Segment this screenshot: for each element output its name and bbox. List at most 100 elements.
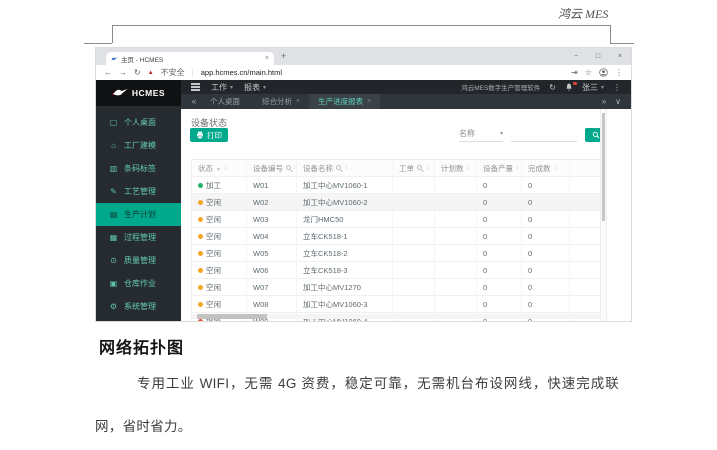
table-row[interactable]: 空闲 W05 立车CK518-2 0 0 xyxy=(192,245,602,262)
status-cell: 空闲 xyxy=(192,211,247,227)
app-logo[interactable]: HCMES xyxy=(96,80,181,106)
device-code-cell: W08 xyxy=(247,296,297,312)
refresh-icon[interactable]: ↻ xyxy=(549,83,556,92)
print-button[interactable]: 打印 xyxy=(190,128,228,142)
sidebar-item[interactable]: ▢ 个人桌面 xyxy=(96,111,181,134)
sidebar-item[interactable]: ▥ 条码标签 xyxy=(96,157,181,180)
profile-avatar-icon[interactable] xyxy=(599,68,608,77)
sort-icon[interactable]: ↕ xyxy=(516,165,519,171)
sort-icon[interactable]: ↕ xyxy=(345,165,348,171)
table-row[interactable]: 加工 W01 加工中心MV1060-1 0 0 xyxy=(192,177,602,194)
horizontal-scrollbar[interactable] xyxy=(191,314,601,319)
menu-work[interactable]: 工作 ▾ xyxy=(211,82,233,93)
notification-bell-icon[interactable] xyxy=(565,83,573,92)
browser-tab[interactable]: 主页 - HCMES × xyxy=(106,52,274,65)
sidebar-item-label: 条码标签 xyxy=(124,163,156,174)
reload-icon[interactable]: ↻ xyxy=(134,68,141,77)
filler-cell xyxy=(570,296,602,312)
device-code-cell: W04 xyxy=(247,228,297,244)
url-text[interactable]: app.hcmes.cn/main.html xyxy=(201,68,282,77)
table-row[interactable]: 空闲 W02 加工中心MV1060-2 0 0 xyxy=(192,194,602,211)
workspace-tab-label: 综合分析 xyxy=(262,96,292,107)
tabs-collapse-icon[interactable]: ∨ xyxy=(611,97,625,106)
column-header[interactable]: 设备名称 ↕ xyxy=(297,160,393,176)
browser-menu-icon[interactable]: ⋮ xyxy=(615,68,623,77)
column-filter-icon[interactable] xyxy=(336,165,342,171)
plan-qty-cell xyxy=(435,296,477,312)
new-tab-button[interactable]: + xyxy=(281,48,286,65)
device-name-cell: 加工中心MV1060-1 xyxy=(297,177,393,193)
filler-cell xyxy=(570,245,602,261)
product-name: 鸿云MES数字生产管理软件 xyxy=(461,82,540,92)
sort-icon[interactable]: ↕ xyxy=(293,165,296,171)
hamburger-menu-icon[interactable] xyxy=(191,83,200,84)
tabs-scroll-right-icon[interactable]: » xyxy=(597,97,611,106)
column-header-label: 工单 xyxy=(399,163,414,174)
forward-icon[interactable]: → xyxy=(119,68,127,77)
security-warning-label[interactable]: 不安全 xyxy=(161,67,185,78)
column-filter-icon[interactable] xyxy=(216,164,221,173)
work-order-cell xyxy=(393,228,435,244)
more-options-icon[interactable]: ⋮ xyxy=(613,83,621,92)
done-qty-cell: 0 xyxy=(522,279,570,295)
sidebar-item-icon: ▣ xyxy=(109,279,118,288)
column-header[interactable]: 设备产量 ↕ xyxy=(477,160,522,176)
sidebar-item[interactable]: ⌂ 工厂建模 xyxy=(96,134,181,157)
sort-icon[interactable]: ↕ xyxy=(467,165,470,171)
sort-icon[interactable]: ↕ xyxy=(426,165,429,171)
browser-tab-strip: 主页 - HCMES × + − □ × xyxy=(96,48,631,65)
workspace-tab[interactable]: 综合分析 × xyxy=(253,94,309,109)
sort-icon[interactable]: ↕ xyxy=(224,165,227,171)
sidebar-item-label: 质量管理 xyxy=(124,255,156,266)
column-filter-icon[interactable] xyxy=(286,165,290,171)
table-row[interactable]: 空闲 W07 加工中心MV1270 0 0 xyxy=(192,279,602,296)
column-filter-icon[interactable] xyxy=(417,165,423,171)
sidebar-item[interactable]: ✎ 工艺管理 xyxy=(96,180,181,203)
search-input[interactable] xyxy=(511,127,577,142)
sidebar-item[interactable]: ⚙ 系统管理 xyxy=(96,295,181,318)
scrollbar-thumb[interactable] xyxy=(197,314,267,319)
open-in-app-icon[interactable]: ⇥ xyxy=(571,68,578,77)
table-row[interactable]: 空闲 W04 立车CK518-1 0 0 xyxy=(192,228,602,245)
column-header[interactable]: 设备编号 ↕ xyxy=(247,160,297,176)
sidebar-item[interactable]: ▦ 过程管理 xyxy=(96,226,181,249)
chevron-down-icon: ▾ xyxy=(500,130,503,137)
sidebar-item[interactable]: ▣ 仓库作业 xyxy=(96,272,181,295)
status-label: 空闲 xyxy=(206,248,221,259)
tab-close-icon[interactable]: × xyxy=(296,98,300,105)
sidebar-item-label: 生产计划 xyxy=(124,209,156,220)
tabs-scroll-left-icon[interactable]: « xyxy=(187,97,201,106)
column-header[interactable]: 状态 ↕ xyxy=(192,160,247,176)
sidebar-item[interactable]: ⊙ 质量管理 xyxy=(96,249,181,272)
status-dot-icon xyxy=(198,217,203,222)
vertical-scrollbar[interactable] xyxy=(600,109,607,321)
divider: | xyxy=(192,68,194,77)
user-menu[interactable]: 张三 ▾ xyxy=(582,82,604,93)
column-header[interactable]: 完成数 ↕ xyxy=(522,160,570,176)
minimize-button[interactable]: − xyxy=(565,53,587,60)
sidebar-item-icon: ✎ xyxy=(109,187,118,196)
workspace-tab[interactable]: 生产进度报表 × xyxy=(309,94,380,109)
column-header-label: 状态 xyxy=(198,163,213,174)
maximize-button[interactable]: □ xyxy=(587,53,609,60)
sidebar-item-icon: ▤ xyxy=(109,210,118,219)
app-navbar: 工作 ▾ 报表 ▾ 鸿云MES数字生产管理软件 ↻ 张三 ▾ xyxy=(181,80,631,94)
column-header[interactable]: 工单 ↕ xyxy=(393,160,435,176)
brand-name: HCMES xyxy=(132,88,165,98)
table-row[interactable]: 空闲 W08 加工中心MV1060-3 0 0 xyxy=(192,296,602,313)
table-row[interactable]: 空闲 W03 龙门HMC50 0 0 xyxy=(192,211,602,228)
sidebar-item[interactable]: ▤ 生产计划 xyxy=(96,203,181,226)
tab-close-icon[interactable]: × xyxy=(265,55,269,62)
back-icon[interactable]: ← xyxy=(104,68,112,77)
scrollbar-thumb[interactable] xyxy=(602,113,605,221)
close-button[interactable]: × xyxy=(609,53,631,60)
workspace-tab[interactable]: 个人桌面 xyxy=(201,94,253,109)
table-row[interactable]: 空闲 W06 立车CK518-3 0 0 xyxy=(192,262,602,279)
menu-report[interactable]: 报表 ▾ xyxy=(244,82,266,93)
tab-close-icon[interactable]: × xyxy=(367,98,371,105)
field-select[interactable]: 名称 ▾ xyxy=(459,128,503,142)
column-header[interactable]: 计划数 ↕ xyxy=(435,160,477,176)
sort-icon[interactable]: ↕ xyxy=(554,165,557,171)
bookmark-star-icon[interactable]: ☆ xyxy=(585,68,592,77)
status-label: 空闲 xyxy=(206,282,221,293)
